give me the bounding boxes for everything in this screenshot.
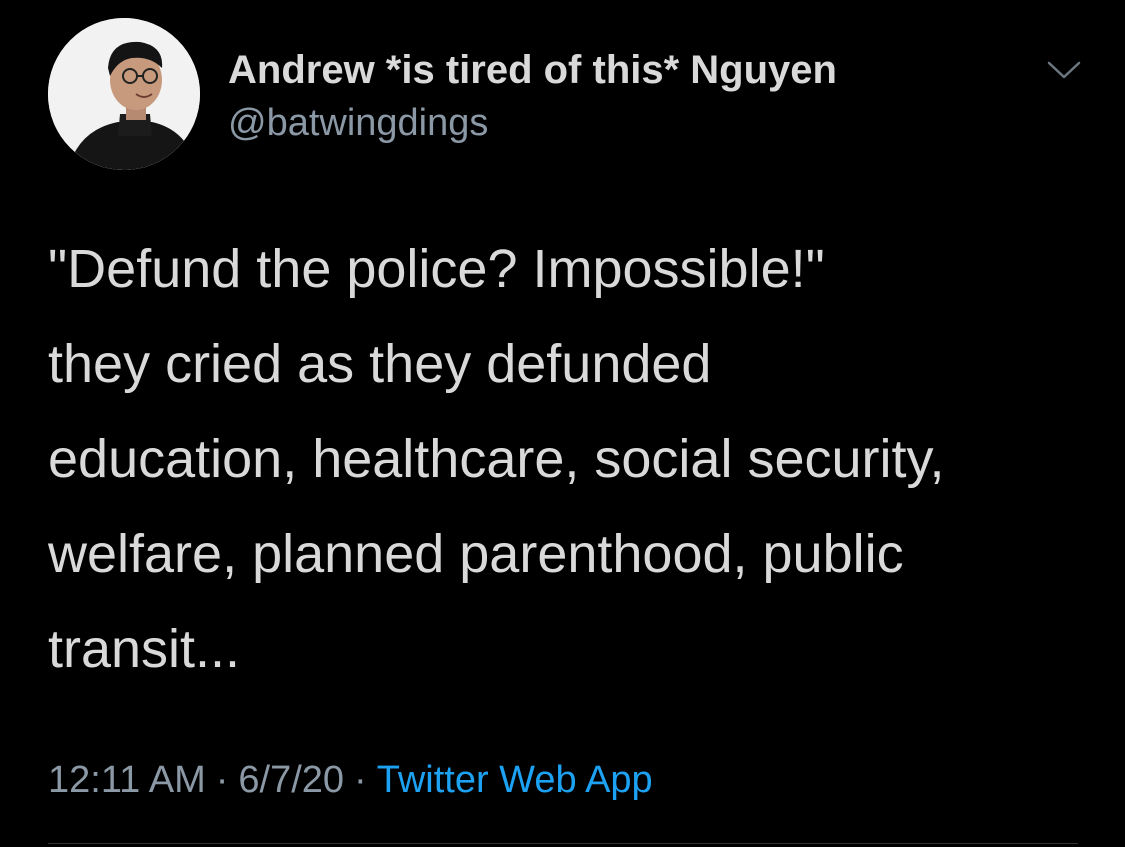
display-name[interactable]: Andrew *is tired of this* Nguyen: [228, 46, 837, 94]
user-handle[interactable]: @batwingdings: [228, 100, 488, 146]
meta-separator: ·: [215, 759, 229, 801]
meta-separator: ·: [354, 759, 367, 801]
avatar[interactable]: [48, 18, 200, 170]
tweet-text: "Defund the police? Impossible!" they cr…: [48, 222, 1108, 697]
tweet-source-link[interactable]: Twitter Web App: [377, 759, 653, 801]
tweet-text-line: welfare, planned parenthood, public: [48, 524, 904, 584]
profile-photo-icon: [48, 18, 200, 170]
tweet-meta: 12:11 AM · 6/7/20 · Twitter Web App: [48, 755, 653, 805]
tweet-date[interactable]: 6/7/20: [238, 759, 344, 801]
tweet-card: Andrew *is tired of this* Nguyen @batwin…: [0, 0, 1125, 847]
tweet-text-line: transit...: [48, 619, 241, 679]
tweet-text-line: they cried as they defunded: [48, 334, 712, 394]
tweet-text-line: education, healthcare, social security,: [48, 429, 945, 489]
tweet-text-line: "Defund the police? Impossible!": [48, 239, 825, 299]
tweet-time[interactable]: 12:11 AM: [48, 759, 206, 801]
chevron-down-icon[interactable]: [1046, 58, 1082, 82]
divider: [48, 843, 1078, 844]
